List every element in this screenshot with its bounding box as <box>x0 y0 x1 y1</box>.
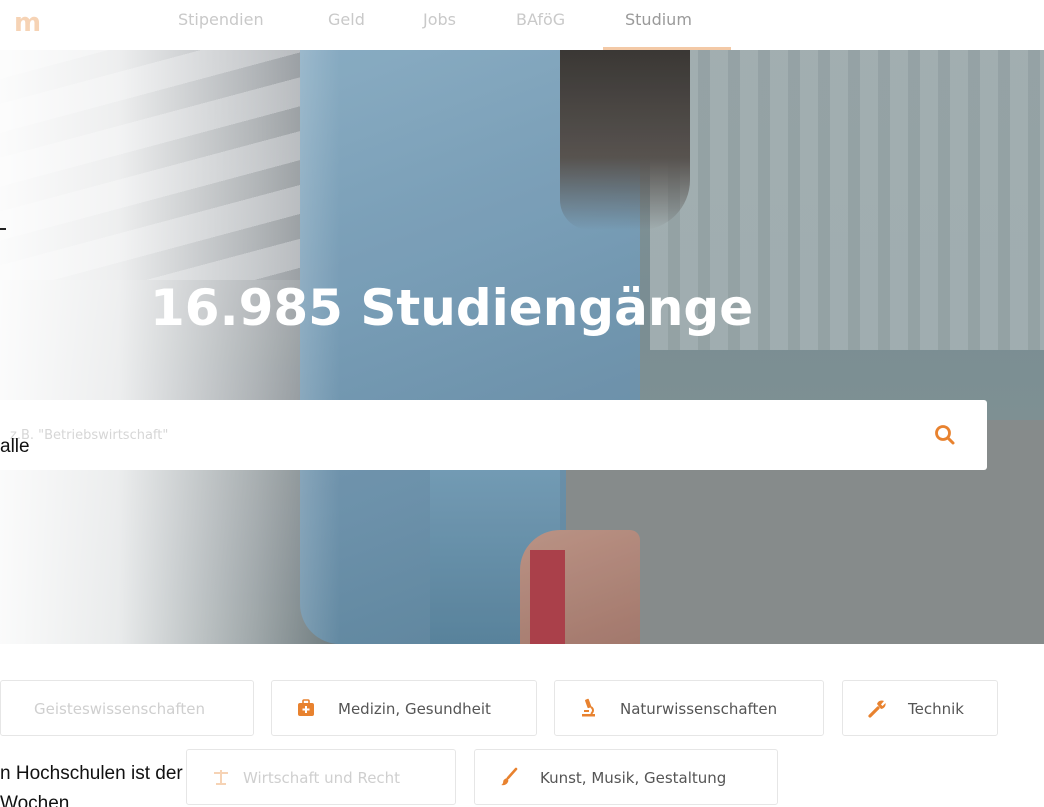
nav-item-bafoeg[interactable]: BAföG <box>516 10 565 30</box>
category-label: Naturwissenschaften <box>620 700 778 718</box>
category-label: Wirtschaft und Recht <box>243 769 401 787</box>
page: m Stipendien Geld Jobs BAföG Studium 16.… <box>0 0 1044 807</box>
category-geisteswissenschaften[interactable]: Geisteswissenschaften <box>0 680 254 736</box>
category-label: Technik <box>908 700 964 718</box>
top-nav: m Stipendien Geld Jobs BAföG Studium <box>0 0 1044 50</box>
nav-item-geld[interactable]: Geld <box>328 10 365 30</box>
category-kunst-musik-gestaltung[interactable]: Kunst, Musik, Gestaltung <box>474 749 778 805</box>
overlay-text-hochschulen: n Hochschulen ist der <box>0 763 183 784</box>
category-medizin-gesundheit[interactable]: Medizin, Gesundheit <box>271 680 537 736</box>
hero-banner: 16.985 Studiengänge <box>0 50 1044 644</box>
nav-item-studium[interactable]: Studium <box>625 10 692 30</box>
category-wirtschaft-und-recht[interactable]: Wirtschaft und Recht <box>186 749 456 805</box>
overlay-dash <box>0 228 6 230</box>
microscope-icon <box>579 698 599 718</box>
category-label: Geisteswissenschaften <box>34 700 205 718</box>
search-input[interactable] <box>0 400 920 470</box>
brush-icon <box>499 767 519 787</box>
search-box <box>0 400 987 470</box>
logo[interactable]: m <box>14 10 41 36</box>
category-naturwissenschaften[interactable]: Naturwissenschaften <box>554 680 824 736</box>
overlay-text-wochen: Wochen <box>0 793 70 807</box>
hero-left-fade <box>0 50 340 644</box>
wrench-icon <box>867 698 887 718</box>
scale-icon <box>211 767 231 787</box>
category-label: Kunst, Musik, Gestaltung <box>540 769 727 787</box>
category-label: Medizin, Gesundheit <box>338 700 491 718</box>
nav-item-jobs[interactable]: Jobs <box>423 10 456 30</box>
hero-title: 16.985 Studiengänge <box>150 279 754 337</box>
search-button[interactable] <box>932 422 958 448</box>
nav-item-stipendien[interactable]: Stipendien <box>178 10 264 30</box>
overlay-text-alle: alle <box>0 436 30 457</box>
medical-kit-icon <box>296 698 316 718</box>
search-icon <box>935 425 955 445</box>
category-technik[interactable]: Technik <box>842 680 998 736</box>
